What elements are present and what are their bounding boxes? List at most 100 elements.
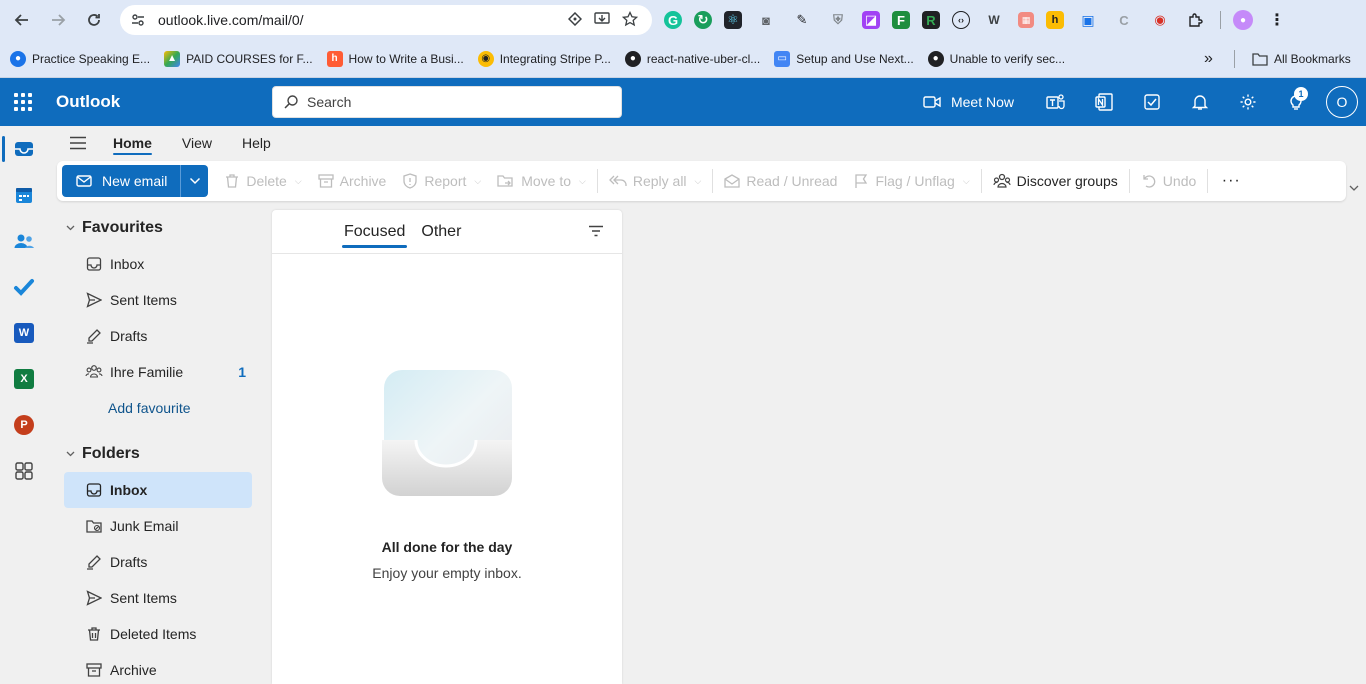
eyedropper-icon[interactable]: ✎ bbox=[790, 8, 814, 32]
bookmark-item[interactable]: ● Practice Speaking E... bbox=[10, 50, 150, 67]
colorful-extension-icon[interactable]: ▦ bbox=[1018, 12, 1034, 28]
green-f-extension-icon[interactable]: F bbox=[892, 11, 910, 29]
read-unread-button[interactable]: Read / Unread bbox=[716, 165, 845, 197]
favourite-inbox[interactable]: Inbox bbox=[64, 246, 252, 282]
lightbulb-icon[interactable]: 1 bbox=[1272, 78, 1320, 126]
app-launcher-icon[interactable] bbox=[14, 93, 32, 111]
ribbon-expand-chevron-icon[interactable] bbox=[1349, 184, 1359, 195]
flag-unflag-button[interactable]: Flag / Unflag ⌵ bbox=[845, 165, 977, 197]
favourite-drafts[interactable]: Drafts bbox=[64, 318, 252, 354]
wordpress-icon[interactable]: W bbox=[982, 8, 1006, 32]
search-box[interactable] bbox=[272, 86, 622, 118]
trash-icon bbox=[84, 624, 104, 644]
archive-button[interactable]: Archive bbox=[310, 165, 395, 197]
more-apps-icon[interactable] bbox=[0, 448, 48, 494]
app-name[interactable]: Outlook bbox=[56, 92, 120, 112]
undo-button[interactable]: Undo bbox=[1133, 165, 1204, 197]
word-app-icon[interactable]: W bbox=[0, 310, 48, 356]
add-favourite-link[interactable]: Add favourite bbox=[58, 390, 264, 426]
all-bookmarks-button[interactable]: All Bookmarks bbox=[1252, 52, 1351, 66]
avatar[interactable]: O bbox=[1326, 86, 1358, 118]
forward-icon[interactable] bbox=[44, 6, 72, 34]
report-button[interactable]: Report ⌵ bbox=[394, 165, 489, 197]
folder-deleted-items[interactable]: Deleted Items bbox=[64, 616, 252, 652]
tab-help[interactable]: Help bbox=[227, 126, 286, 160]
toolbar-divider bbox=[1128, 169, 1130, 193]
folder-inbox[interactable]: Inbox bbox=[64, 472, 252, 508]
bookmark-item[interactable]: ◉ Integrating Stripe P... bbox=[477, 50, 611, 67]
flag-unflag-label: Flag / Unflag bbox=[875, 173, 955, 189]
powerpoint-app-icon[interactable]: P bbox=[0, 402, 48, 448]
react-devtools-icon[interactable]: ⚛ bbox=[724, 11, 742, 29]
todo-app-icon[interactable] bbox=[0, 264, 48, 310]
compose-icon bbox=[76, 175, 92, 187]
record-extension-icon[interactable]: ◉ bbox=[1148, 8, 1172, 32]
refresh-extension-icon[interactable]: ↻ bbox=[694, 11, 712, 29]
excel-app-icon[interactable]: X bbox=[0, 356, 48, 402]
mail-app-icon[interactable] bbox=[0, 126, 48, 172]
bookmark-item[interactable]: ▭ Setup and Use Next... bbox=[774, 50, 914, 67]
back-icon[interactable] bbox=[8, 6, 36, 34]
bookmark-item[interactable]: ▲ PAID COURSES for F... bbox=[164, 50, 313, 67]
lens-icon[interactable] bbox=[567, 11, 583, 29]
more-options-button[interactable]: ··· bbox=[1211, 172, 1251, 190]
tab-focused[interactable]: Focused bbox=[336, 210, 413, 254]
hamburger-menu-icon[interactable] bbox=[58, 126, 98, 160]
r-extension-icon[interactable]: R bbox=[922, 11, 940, 29]
address-bar[interactable]: outlook.live.com/mail/0/ bbox=[120, 5, 652, 35]
url-text[interactable]: outlook.live.com/mail/0/ bbox=[158, 12, 568, 28]
folders-header[interactable]: Folders bbox=[58, 436, 264, 472]
code-extension-icon[interactable]: ‹› bbox=[952, 11, 970, 29]
bookmark-item[interactable]: ● Unable to verify sec... bbox=[927, 50, 1065, 67]
folder-sent-items[interactable]: Sent Items bbox=[64, 580, 252, 616]
onenote-icon[interactable] bbox=[1080, 78, 1128, 126]
favourites-header[interactable]: Favourites bbox=[58, 210, 264, 246]
teams-icon[interactable] bbox=[1032, 78, 1080, 126]
favourite-ihre-familie[interactable]: Ihre Familie 1 bbox=[64, 354, 252, 390]
folder-drafts[interactable]: Drafts bbox=[64, 544, 252, 580]
chevron-down-icon[interactable]: ⌵ bbox=[474, 176, 481, 187]
people-app-icon[interactable] bbox=[0, 218, 48, 264]
purple-extension-icon[interactable]: ◪ bbox=[862, 11, 880, 29]
reply-all-button[interactable]: Reply all ⌵ bbox=[601, 165, 710, 197]
meet-now-label: Meet Now bbox=[950, 94, 1014, 110]
bell-icon[interactable] bbox=[1176, 78, 1224, 126]
meet-now-button[interactable]: Meet Now bbox=[923, 94, 1014, 110]
search-input[interactable] bbox=[307, 94, 607, 110]
bookmark-item[interactable]: h How to Write a Busi... bbox=[326, 50, 464, 67]
kebab-menu-icon[interactable]: ⋮ bbox=[1265, 8, 1289, 32]
tab-home[interactable]: Home bbox=[98, 126, 167, 160]
new-email-dropdown[interactable] bbox=[180, 165, 209, 197]
move-to-button[interactable]: Move to ⌵ bbox=[489, 165, 594, 197]
site-info-icon[interactable] bbox=[128, 10, 148, 30]
yellow-extension-icon[interactable]: h bbox=[1046, 11, 1064, 29]
delete-button[interactable]: Delete ⌵ bbox=[216, 165, 309, 197]
grammarly-icon[interactable]: G bbox=[664, 11, 682, 29]
tab-other[interactable]: Other bbox=[413, 210, 469, 254]
gear-icon[interactable] bbox=[1224, 78, 1272, 126]
todo-icon[interactable] bbox=[1128, 78, 1176, 126]
c-extension-icon[interactable]: C bbox=[1112, 8, 1136, 32]
profile-avatar-icon[interactable]: ● bbox=[1233, 10, 1253, 30]
install-app-icon[interactable] bbox=[594, 11, 610, 30]
calendar-app-icon[interactable] bbox=[0, 172, 48, 218]
folder-archive[interactable]: Archive bbox=[64, 652, 252, 684]
chevron-down-icon[interactable]: ⌵ bbox=[963, 176, 970, 187]
blue-square-extension-icon[interactable]: ▣ bbox=[1076, 8, 1100, 32]
bookmark-item[interactable]: ● react-native-uber-cl... bbox=[624, 50, 760, 67]
discover-groups-button[interactable]: Discover groups bbox=[985, 165, 1126, 197]
tab-view[interactable]: View bbox=[167, 126, 227, 160]
chevron-down-icon[interactable]: ⌵ bbox=[695, 176, 702, 187]
reload-icon[interactable] bbox=[80, 6, 108, 34]
camera-icon[interactable]: ◙ bbox=[754, 8, 778, 32]
chevron-down-icon[interactable]: ⌵ bbox=[295, 176, 302, 187]
more-bookmarks-button[interactable]: » bbox=[1204, 50, 1213, 68]
puzzle-icon[interactable] bbox=[1184, 8, 1208, 32]
new-email-button[interactable]: New email bbox=[62, 165, 181, 197]
bookmark-star-icon[interactable] bbox=[621, 10, 639, 30]
shield-extension-icon[interactable]: ⛨ bbox=[826, 8, 850, 32]
favourite-sent-items[interactable]: Sent Items bbox=[64, 282, 252, 318]
filter-icon[interactable] bbox=[588, 224, 604, 240]
folder-junk-email[interactable]: Junk Email bbox=[64, 508, 252, 544]
chevron-down-icon[interactable]: ⌵ bbox=[579, 176, 586, 187]
